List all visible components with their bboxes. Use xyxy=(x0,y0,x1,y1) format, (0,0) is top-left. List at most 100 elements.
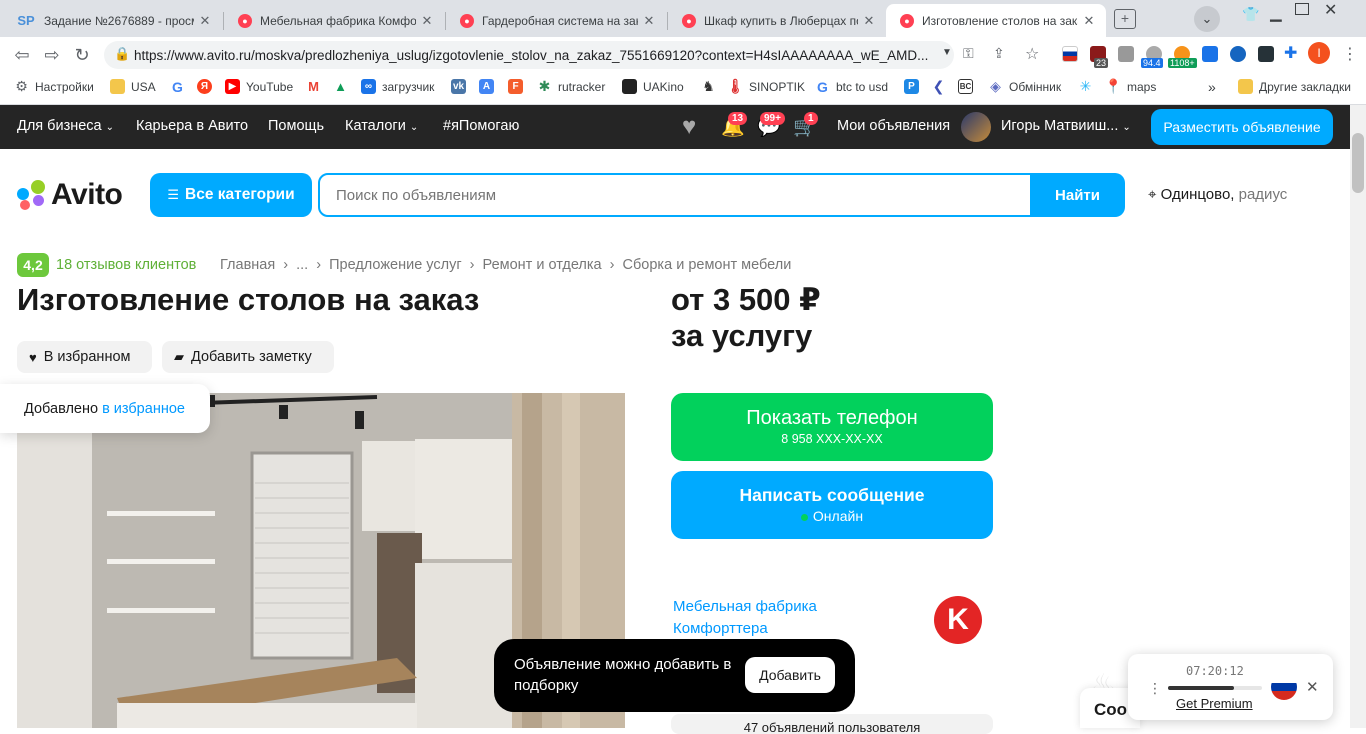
messages-badge: 99+ xyxy=(760,112,785,125)
my-ads-link[interactable]: Мои объявления xyxy=(837,118,950,134)
forward-icon[interactable]: ⇨ xyxy=(42,45,62,66)
bookmark-p[interactable]: P xyxy=(904,79,925,94)
browser-tab-3[interactable]: ● Гардеробная система на заказ ✕ xyxy=(446,4,666,37)
favorites-link[interactable]: в избранное xyxy=(102,401,185,417)
breadcrumb-item[interactable]: Сборка и ремонт мебели xyxy=(623,257,792,273)
gmail-icon: M xyxy=(308,79,319,94)
breadcrumb-item[interactable]: Предложение услуг xyxy=(329,257,462,273)
browser-tab-4[interactable]: ● Шкаф купить в Люберцах по ✕ xyxy=(668,4,886,37)
bookmark-star[interactable]: ✳ xyxy=(1078,78,1099,94)
bookmarks-more-icon[interactable]: » xyxy=(1208,79,1216,95)
chevron-down-icon: ⌄ xyxy=(1122,122,1131,133)
bookmark-exchanger[interactable]: ◈ Обмінник xyxy=(988,78,1061,94)
bookmark-usa[interactable]: USA xyxy=(110,79,156,94)
post-ad-button[interactable]: Разместить объявление xyxy=(1151,109,1333,145)
tab-search-icon[interactable]: ⌄ xyxy=(1194,6,1220,32)
get-premium-link[interactable]: Get Premium xyxy=(1176,696,1253,711)
bookmark-other[interactable]: Другие закладки xyxy=(1238,79,1351,94)
tab-close-icon[interactable]: ✕ xyxy=(862,13,876,29)
extensions-puzzle-icon[interactable]: ✚ xyxy=(1284,43,1297,63)
address-bar[interactable]: 🔒 https://www.avito.ru/moskva/predlozhen… xyxy=(104,41,954,69)
browser-tab-active[interactable]: ● Изготовление столов на заказ ✕ xyxy=(886,4,1106,37)
bookmark-gmail[interactable]: M xyxy=(306,79,327,94)
user-avatar[interactable] xyxy=(961,112,991,142)
extension-arrow-icon[interactable] xyxy=(1258,46,1274,62)
bookmark-vk[interactable]: vk xyxy=(451,79,472,94)
bookmark-chess[interactable]: ♞ xyxy=(701,78,722,94)
share-icon[interactable]: ⇪ xyxy=(993,45,1005,62)
avito-logo[interactable]: Avito xyxy=(17,178,123,212)
bookmark-yandex[interactable]: Я xyxy=(197,79,218,94)
new-tab-icon[interactable]: + xyxy=(1114,9,1136,29)
seller-ads-button[interactable]: 47 объявлений пользователя xyxy=(671,714,993,734)
career-link[interactable]: Карьера в Авито xyxy=(136,118,248,134)
bookmark-youtube[interactable]: ▶ YouTube xyxy=(225,79,293,94)
bookmark-f[interactable]: F xyxy=(508,79,529,94)
tab-close-icon[interactable]: ✕ xyxy=(420,13,434,29)
url-dropdown-icon[interactable]: ▼ xyxy=(942,47,952,58)
bookmark-settings[interactable]: ⚙ Настройки xyxy=(14,78,94,94)
russia-flag-icon[interactable] xyxy=(1271,674,1297,700)
bookmark-arrow[interactable]: ❮ xyxy=(931,78,952,94)
browser-tab-1[interactable]: SP Задание №2676889 - просмот ✕ xyxy=(2,4,222,37)
breadcrumb: Главная › ... › Предложение услуг › Ремо… xyxy=(220,257,795,273)
all-categories-button[interactable]: ☰ Все категории xyxy=(150,173,312,217)
scrollbar-thumb[interactable] xyxy=(1352,133,1364,193)
bookmark-translate[interactable]: A xyxy=(479,79,500,94)
maps-icon: 📍 xyxy=(1104,78,1123,94)
close-icon[interactable]: ✕ xyxy=(1306,678,1319,696)
add-note-button[interactable]: ▰ Добавить заметку xyxy=(162,341,334,373)
search-input[interactable] xyxy=(320,175,1030,215)
tab-close-icon[interactable]: ✕ xyxy=(642,13,656,29)
timer-menu-icon[interactable]: ⋮ xyxy=(1148,680,1162,697)
tab-close-icon[interactable]: ✕ xyxy=(1082,13,1096,29)
bookmark-maps[interactable]: 📍 maps xyxy=(1104,78,1157,94)
browser-tab-2[interactable]: ● Мебельная фабрика Комфорт ✕ xyxy=(224,4,444,37)
bookmark-btc[interactable]: Gbtc to usd xyxy=(815,79,888,95)
breadcrumb-item[interactable]: Ремонт и отделка xyxy=(483,257,602,273)
close-window-icon[interactable]: ✕ xyxy=(1324,0,1337,20)
vpn-icon[interactable] xyxy=(1230,46,1246,62)
bookmark-rutracker[interactable]: ✱ rutracker xyxy=(537,78,606,94)
add-to-collection-button[interactable]: Добавить xyxy=(745,657,835,693)
download-icon[interactable] xyxy=(1202,46,1218,62)
find-button[interactable]: Найти xyxy=(1030,173,1125,217)
seller-logo[interactable]: K xyxy=(934,596,982,644)
location-selector[interactable]: ⌖ Одинцово, радиус xyxy=(1148,186,1287,203)
reviews-link[interactable]: 18 отзывов клиентов xyxy=(56,257,196,273)
profile-avatar[interactable]: I xyxy=(1308,42,1330,64)
breadcrumb-item[interactable]: Главная xyxy=(220,257,275,273)
favorite-added-toast: Добавлено в избранное xyxy=(0,384,210,433)
minimize-window-icon[interactable]: ▁ xyxy=(1270,4,1282,22)
bookmark-uakino[interactable]: UAKino xyxy=(622,79,684,94)
extension-gray-icon[interactable] xyxy=(1118,46,1134,62)
browser-tab-strip: SP Задание №2676889 - просмот ✕ ● Мебель… xyxy=(0,0,1366,37)
menu-kebab-icon[interactable]: ⋮ xyxy=(1342,44,1358,64)
breadcrumb-item[interactable]: ... xyxy=(296,257,308,273)
favorite-button[interactable]: ♥ В избранном xyxy=(17,341,152,373)
bookmark-bc[interactable]: BC xyxy=(958,79,979,94)
tab-close-icon[interactable]: ✕ xyxy=(198,13,212,29)
maximize-window-icon[interactable] xyxy=(1295,3,1309,15)
seller-name-link[interactable]: Мебельная фабрика Комфорттера xyxy=(673,596,873,640)
shirt-icon[interactable]: 👕 xyxy=(1242,6,1259,23)
bookmark-google[interactable]: G xyxy=(170,79,191,95)
business-menu[interactable]: Для бизнеса ⌄ xyxy=(17,118,114,134)
reload-icon[interactable]: ↻ xyxy=(72,45,92,66)
help-link[interactable]: Помощь xyxy=(268,118,324,134)
help-tag-link[interactable]: #яПомогаю xyxy=(443,118,519,134)
key-icon[interactable]: ⚿ xyxy=(963,45,974,62)
favorites-heart-icon[interactable]: ♥ xyxy=(682,113,696,141)
user-menu[interactable]: Игорь Матвииш... ⌄ xyxy=(1001,118,1131,134)
back-icon[interactable]: ⇦ xyxy=(12,45,32,66)
catalogs-menu[interactable]: Каталоги ⌄ xyxy=(345,118,418,134)
bookmark-star-icon[interactable]: ☆ xyxy=(1025,44,1039,64)
bookmark-downloader[interactable]: ∞ загрузчик xyxy=(361,79,434,94)
show-phone-button[interactable]: Показать телефон 8 958 XXX-XX-XX xyxy=(671,393,993,461)
write-message-button[interactable]: Написать сообщение Онлайн xyxy=(671,471,993,539)
avito-logo-dots-icon xyxy=(17,180,47,210)
bookmark-sinoptik[interactable]: 🌡 SINOPTIK xyxy=(727,78,805,94)
russia-flag-icon[interactable] xyxy=(1062,46,1078,62)
page-scrollbar[interactable] xyxy=(1350,105,1366,728)
bookmark-drive[interactable]: ▲ xyxy=(333,79,354,94)
